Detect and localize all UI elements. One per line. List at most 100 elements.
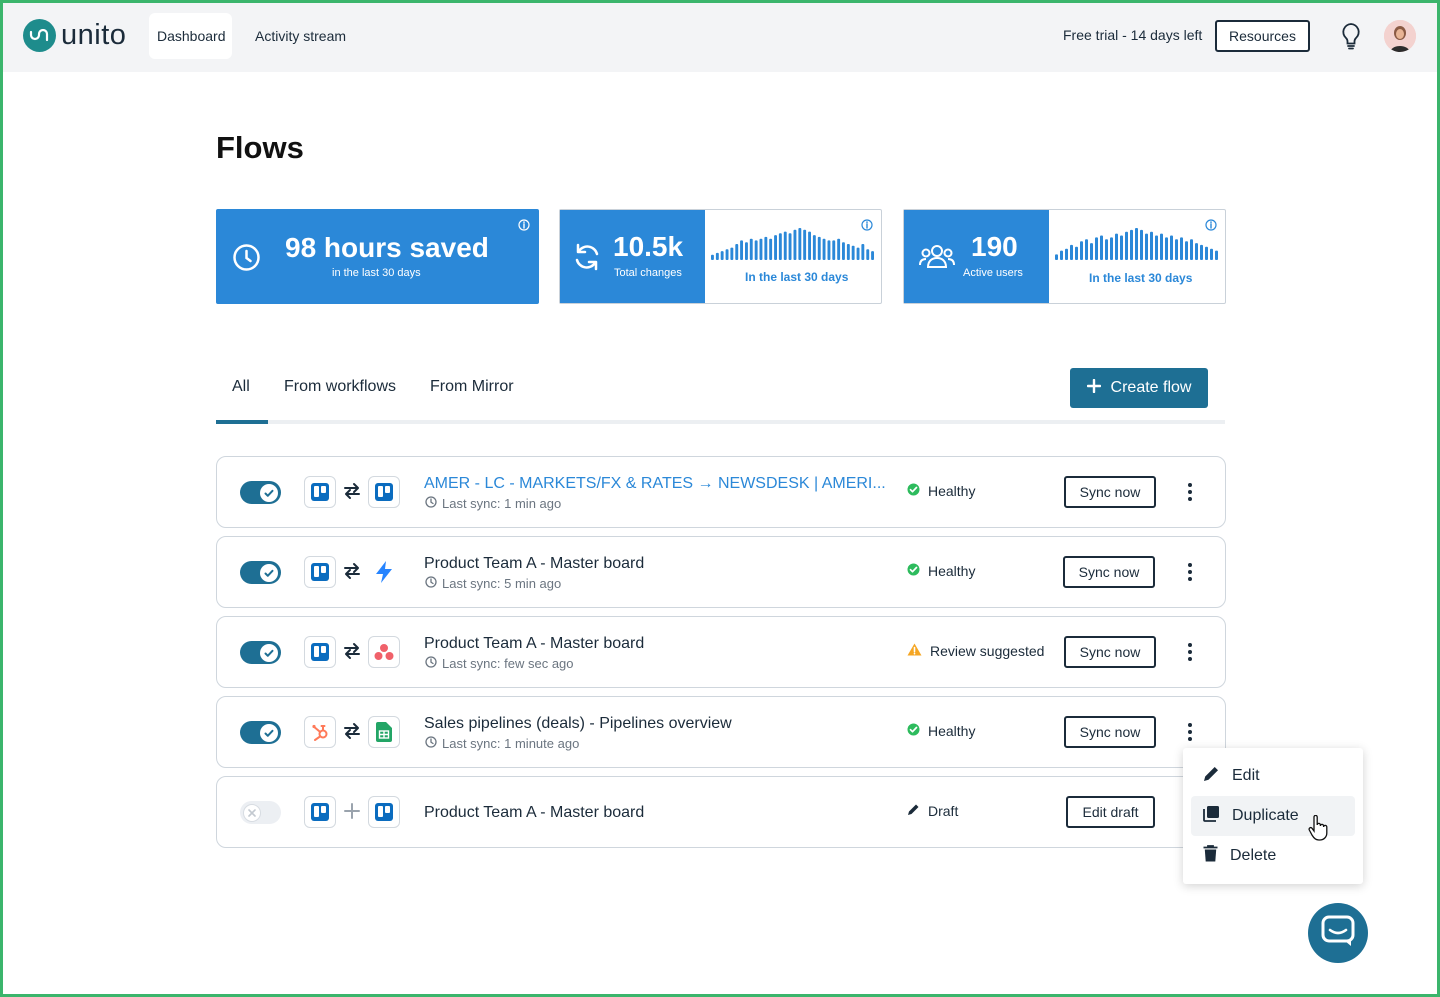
more-options-icon[interactable] bbox=[1183, 559, 1197, 585]
spark-bar bbox=[1085, 239, 1088, 260]
flow-row[interactable]: Product Team A - Master board Last sync:… bbox=[216, 536, 1226, 608]
flow-row[interactable]: AMER - LC - MARKETS/FX & RATES → NEWSDES… bbox=[216, 456, 1226, 528]
flow-toggle[interactable] bbox=[240, 481, 281, 504]
resources-button[interactable]: Resources bbox=[1215, 20, 1310, 52]
spark-bar bbox=[1120, 235, 1123, 260]
spark-bar bbox=[1160, 233, 1163, 260]
spark-bar bbox=[812, 235, 816, 260]
last-sync-text: Last sync: few sec ago bbox=[442, 656, 574, 671]
menu-item-edit[interactable]: Edit bbox=[1191, 756, 1355, 796]
unito-logo-icon bbox=[23, 19, 56, 52]
sync-now-button[interactable]: Sync now bbox=[1064, 476, 1156, 508]
spark-bar bbox=[1175, 239, 1178, 260]
sync-now-button[interactable]: Sync now bbox=[1063, 556, 1155, 588]
info-icon[interactable] bbox=[1205, 218, 1217, 236]
two-way-sync-icon bbox=[343, 482, 361, 505]
status-text: Healthy bbox=[928, 483, 976, 499]
spark-bar bbox=[1195, 243, 1198, 260]
menu-item-delete[interactable]: Delete bbox=[1191, 836, 1355, 876]
spark-bar bbox=[866, 249, 870, 260]
spark-bar bbox=[798, 228, 802, 260]
sync-now-button[interactable]: Sync now bbox=[1064, 636, 1156, 668]
spark-bar bbox=[1150, 231, 1153, 260]
flow-toggle[interactable] bbox=[240, 721, 281, 744]
create-flow-button[interactable]: Create flow bbox=[1070, 368, 1208, 408]
flow-name[interactable]: Product Team A - Master board bbox=[424, 555, 644, 573]
last-sync: Last sync: few sec ago bbox=[425, 656, 574, 671]
trello-icon bbox=[304, 556, 336, 588]
trello-icon bbox=[304, 796, 336, 828]
edit-draft-button[interactable]: Edit draft bbox=[1066, 796, 1155, 828]
last-sync-text: Last sync: 1 minute ago bbox=[442, 736, 580, 751]
spark-bar bbox=[856, 247, 860, 260]
spark-bar bbox=[1210, 248, 1213, 260]
active-users-value: 190 bbox=[971, 231, 1018, 262]
flow-name[interactable]: Product Team A - Master board bbox=[424, 635, 644, 653]
tab-from-workflows[interactable]: From workflows bbox=[284, 378, 396, 396]
spark-bar bbox=[822, 238, 826, 260]
healthy-check-icon bbox=[907, 563, 920, 579]
healthy-check-icon bbox=[907, 483, 920, 499]
flow-row[interactable]: Sales pipelines (deals) - Pipelines over… bbox=[216, 696, 1226, 768]
spark-bar bbox=[1095, 237, 1098, 260]
flow-name-link[interactable]: AMER - LC - MARKETS/FX & RATES → NEWSDES… bbox=[424, 475, 886, 493]
last-sync-text: Last sync: 1 min ago bbox=[442, 496, 562, 511]
spark-bar bbox=[788, 233, 792, 260]
trello-icon bbox=[368, 796, 400, 828]
flow-row[interactable]: Product Team A - Master board Last sync:… bbox=[216, 616, 1226, 688]
last-sync-text: Last sync: 5 min ago bbox=[442, 576, 562, 591]
flow-name[interactable]: Product Team A - Master board bbox=[424, 804, 644, 822]
spark-bar bbox=[1215, 250, 1218, 260]
spark-bar bbox=[871, 251, 874, 260]
spark-bar bbox=[808, 231, 811, 260]
more-options-icon[interactable] bbox=[1183, 719, 1197, 745]
spark-bar bbox=[754, 240, 758, 260]
user-avatar[interactable] bbox=[1384, 20, 1416, 52]
spark-bar bbox=[1190, 239, 1193, 260]
flow-toggle[interactable] bbox=[240, 641, 281, 664]
more-options-icon[interactable] bbox=[1183, 639, 1197, 665]
info-icon[interactable] bbox=[518, 218, 530, 236]
sync-now-button[interactable]: Sync now bbox=[1064, 716, 1156, 748]
spark-bar bbox=[1130, 229, 1133, 260]
status-text: Draft bbox=[928, 803, 959, 819]
spark-bar bbox=[1115, 233, 1118, 260]
chat-support-button[interactable] bbox=[1308, 903, 1368, 963]
nav-tab-dashboard[interactable]: Dashboard bbox=[149, 13, 232, 59]
tab-all[interactable]: All bbox=[232, 378, 250, 396]
hand-cursor-icon bbox=[1308, 814, 1328, 846]
stat-card-changes-body: 10.5k Total changes bbox=[560, 210, 705, 303]
spark-bar bbox=[817, 236, 821, 260]
more-options-icon[interactable] bbox=[1183, 479, 1197, 505]
tab-from-mirror[interactable]: From Mirror bbox=[430, 378, 514, 396]
plus-icon bbox=[343, 802, 361, 825]
unito-logo[interactable]: unito bbox=[23, 19, 126, 52]
spark-bar bbox=[1165, 237, 1168, 260]
flow-toggle[interactable] bbox=[240, 801, 281, 824]
spark-bar bbox=[827, 240, 831, 260]
check-icon bbox=[260, 483, 278, 502]
spark-bar bbox=[1090, 243, 1093, 260]
flow-status: Healthy bbox=[907, 483, 975, 499]
info-icon[interactable] bbox=[861, 218, 873, 236]
flow-toggle[interactable] bbox=[240, 561, 281, 584]
warning-icon bbox=[907, 643, 922, 659]
clock-icon bbox=[425, 656, 437, 671]
spark-bar bbox=[778, 233, 782, 260]
trial-status: Free trial - 14 days left bbox=[1063, 27, 1203, 43]
status-text: Review suggested bbox=[930, 643, 1045, 659]
asana-icon bbox=[368, 636, 400, 668]
tab-active-indicator bbox=[216, 420, 268, 424]
flow-name[interactable]: Sales pipelines (deals) - Pipelines over… bbox=[424, 715, 732, 733]
spark-bar bbox=[1105, 239, 1108, 260]
lightbulb-icon[interactable] bbox=[1340, 22, 1362, 55]
jira-icon bbox=[368, 556, 400, 588]
menu-item-duplicate[interactable]: Duplicate bbox=[1191, 796, 1355, 836]
flow-row[interactable]: Product Team A - Master board Draft Edit… bbox=[216, 776, 1226, 848]
spark-bar bbox=[764, 236, 768, 260]
spark-bar bbox=[1100, 235, 1103, 260]
spark-bar bbox=[740, 240, 743, 260]
nav-tab-activity-stream[interactable]: Activity stream bbox=[247, 13, 354, 59]
spark-bar bbox=[837, 238, 841, 260]
spark-bar bbox=[846, 244, 850, 260]
